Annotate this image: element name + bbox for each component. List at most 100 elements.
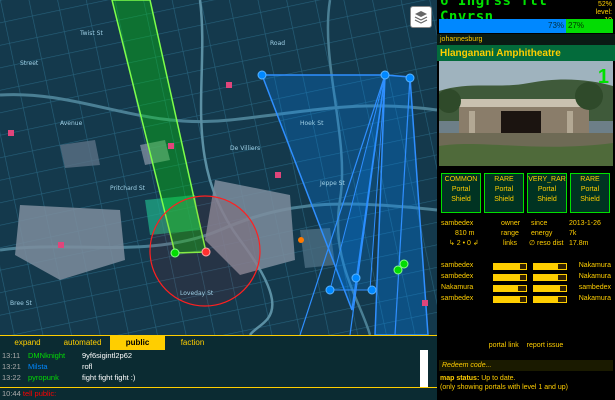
mod-line1: Portal bbox=[451, 186, 471, 193]
portal-marker-res[interactable] bbox=[380, 70, 390, 80]
portal-photo bbox=[439, 61, 613, 166]
report-issue-link[interactable]: report issue bbox=[527, 342, 564, 349]
portal-marker-enl[interactable] bbox=[170, 248, 180, 258]
portal-marker-enl[interactable] bbox=[393, 265, 403, 275]
resonator-row: sambedex Nakamura bbox=[441, 262, 611, 272]
tab-expand[interactable]: expand bbox=[0, 336, 55, 350]
resonator-energy-fill bbox=[534, 264, 558, 269]
layers-button[interactable] bbox=[410, 6, 432, 28]
redeem-input[interactable]: Redeem code... bbox=[439, 360, 613, 371]
since-label: since bbox=[531, 220, 548, 227]
portal-links: portal link report issue bbox=[437, 342, 615, 349]
portal-marker-res[interactable] bbox=[325, 285, 335, 295]
reso-dist-value: 17.8m bbox=[569, 240, 589, 247]
building-block bbox=[60, 140, 100, 168]
resonator-energy-bar bbox=[533, 296, 567, 303]
chat-user[interactable]: pyropunk bbox=[28, 372, 82, 383]
map-status-value: Up to date. bbox=[481, 375, 516, 382]
mod-line2: Shield bbox=[451, 196, 471, 203]
resonator-owner-left[interactable]: Nakamura bbox=[441, 284, 473, 291]
resonator-owner-left[interactable]: sambedex bbox=[441, 262, 473, 269]
resonator-energy-fill bbox=[534, 275, 558, 280]
chat-tabs: expand automated public faction bbox=[0, 335, 437, 350]
resonator-list: sambedex Nakamura sambedex Nakamura Nakamura… bbox=[441, 262, 611, 312]
resonator-energy-fill bbox=[494, 297, 520, 302]
links-value: ↳ 2 • 0 ↲ bbox=[449, 240, 479, 247]
resonator-owner-right[interactable]: Nakamura bbox=[579, 262, 611, 269]
resonator-owner-right[interactable]: Nakamura bbox=[579, 273, 611, 280]
energy-label: energy bbox=[531, 230, 553, 237]
chat-text: fight fight fight :) bbox=[82, 373, 136, 382]
mod-slot[interactable]: RARE Portal Shield bbox=[570, 173, 610, 213]
chat-text: 9yf6sigintl2p62 bbox=[82, 351, 133, 360]
portal-level: 1 bbox=[597, 66, 609, 88]
chat-input-time: 10:44 bbox=[2, 389, 21, 398]
map-status-note: (only showing portals with level 1 and u… bbox=[440, 384, 569, 391]
portal-marker-selected[interactable] bbox=[201, 247, 211, 257]
resonator-energy-bar bbox=[493, 263, 527, 270]
resonator-energy-bar bbox=[493, 285, 527, 292]
portal-marker-res[interactable] bbox=[351, 273, 361, 283]
portal-marker-neutral[interactable] bbox=[298, 237, 304, 243]
portal-marker-res[interactable] bbox=[257, 70, 267, 80]
portal-marker-res[interactable] bbox=[405, 73, 415, 83]
resonator-energy-fill bbox=[534, 286, 560, 291]
mod-slot[interactable]: COMMON Portal Shield bbox=[441, 173, 481, 213]
chat-time: 13:21 bbox=[2, 362, 21, 371]
layers-icon bbox=[414, 11, 428, 24]
chat-user[interactable]: Milsta bbox=[28, 361, 82, 372]
chat-message: 13:21 Milsta rofl bbox=[0, 361, 420, 372]
chat-message: 13:22 pyropunk fight fight fight :) bbox=[0, 372, 420, 383]
mod-line1: Portal bbox=[580, 186, 600, 193]
mod-slot[interactable]: RARE Portal Shield bbox=[484, 173, 524, 213]
mod-line2: Shield bbox=[580, 196, 600, 203]
portal-marker-res[interactable] bbox=[367, 285, 377, 295]
mod-line2: Shield bbox=[537, 196, 557, 203]
chat-time: 13:11 bbox=[2, 351, 21, 360]
resonator-energy-bar bbox=[493, 296, 527, 303]
portal-info: sambedex owner since 2013-1-26 810 m ran… bbox=[441, 219, 612, 259]
map-status-label: map status: bbox=[440, 375, 480, 382]
faction-score-bar: 73% 27% bbox=[439, 19, 613, 33]
mod-slot[interactable]: VERY_RAR Portal Shield bbox=[527, 173, 567, 213]
owner-label: owner bbox=[501, 220, 521, 227]
portal-city: johannesburg bbox=[437, 34, 615, 45]
portal-title: Hlanganani Amphitheatre bbox=[440, 47, 561, 59]
map-svg[interactable] bbox=[0, 0, 437, 335]
tab-automated[interactable]: automated bbox=[55, 336, 110, 350]
chat-log[interactable]: 13:11 DMNknight 9yf6sigintl2p62 13:21 Milsta… bbox=[0, 350, 420, 383]
chat-input[interactable]: 10:44 tell public: bbox=[0, 387, 437, 400]
resonator-row: Nakamura sambedex bbox=[441, 284, 611, 294]
resonator-owner-right[interactable]: sambedex bbox=[579, 284, 611, 291]
resonator-owner-left[interactable]: sambedex bbox=[441, 295, 473, 302]
map-canvas[interactable]: Street Road Avenue De Villiers Pritchard… bbox=[0, 0, 437, 335]
chat-time: 13:22 bbox=[2, 373, 21, 382]
resonator-energy-fill bbox=[494, 275, 520, 280]
player-xm: XM: 52% bbox=[597, 1, 612, 8]
chat-input-label: tell public: bbox=[22, 389, 57, 398]
mod-line1: Portal bbox=[537, 186, 557, 193]
tab-public[interactable]: public bbox=[110, 336, 165, 350]
energy-value: 7k bbox=[569, 230, 577, 237]
since-value: 2013-1-26 bbox=[569, 220, 601, 227]
chat-message: 13:11 DMNknight 9yf6sigintl2p62 bbox=[0, 350, 420, 361]
resonator-owner-left[interactable]: sambedex bbox=[441, 273, 473, 280]
portal-title-row: Hlanganani Amphitheatre bbox=[437, 45, 615, 61]
resonator-energy-fill bbox=[494, 264, 520, 269]
chat-scrollbar[interactable] bbox=[420, 350, 428, 387]
mod-line2: Shield bbox=[494, 196, 514, 203]
portal-link-button[interactable]: portal link bbox=[489, 342, 519, 349]
portal-image[interactable]: 1 bbox=[439, 61, 613, 166]
mod-line1: Portal bbox=[494, 186, 514, 193]
resonator-energy-bar bbox=[533, 274, 567, 281]
range-value: 810 m bbox=[455, 230, 475, 237]
resonator-owner-right[interactable]: Nakamura bbox=[579, 295, 611, 302]
chat-user[interactable]: DMNknight bbox=[28, 350, 82, 361]
resonator-energy-bar bbox=[533, 285, 567, 292]
mod-rarity: VERY_RAR bbox=[528, 176, 566, 183]
portal-marker-enl[interactable] bbox=[399, 259, 409, 269]
score-enl: 27% bbox=[566, 19, 613, 33]
tab-faction[interactable]: faction bbox=[165, 336, 220, 350]
owner-name[interactable]: sambedex bbox=[441, 219, 473, 229]
resonator-row: sambedex Nakamura bbox=[441, 273, 611, 283]
